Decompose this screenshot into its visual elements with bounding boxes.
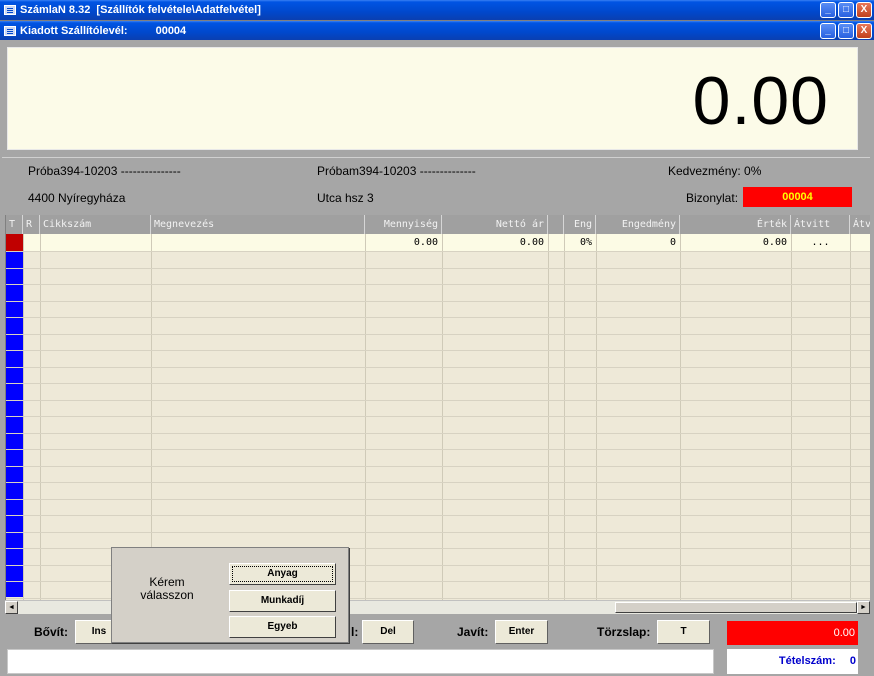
choice-prompt-line2: válasszon bbox=[140, 588, 194, 602]
app-icon bbox=[4, 5, 16, 15]
selected-row-marker bbox=[6, 234, 23, 251]
item-count: Tételszám: 0 bbox=[727, 649, 858, 674]
supplier-name: Próba394-10203 --------------- bbox=[28, 164, 181, 178]
item-count-value: 0 bbox=[849, 655, 856, 667]
row1-transferred[interactable]: ... bbox=[791, 234, 850, 251]
child-maximize-button[interactable]: □ bbox=[838, 23, 854, 39]
col-header-net-price[interactable]: Nettó ár bbox=[442, 215, 548, 234]
edit-label: Javít: bbox=[457, 625, 489, 639]
expand-label: Bővít: bbox=[34, 625, 68, 639]
grid-row-line bbox=[6, 301, 870, 302]
grand-total: 0.00 bbox=[727, 621, 858, 645]
edit-button[interactable]: Enter bbox=[495, 620, 548, 644]
choice-prompt: Kérem válasszon bbox=[122, 576, 212, 602]
master-button[interactable]: T bbox=[657, 620, 710, 644]
customer-name: Próbam394-10203 -------------- bbox=[317, 164, 476, 178]
document-number: 00004 bbox=[743, 187, 852, 207]
col-header-blank[interactable] bbox=[548, 215, 564, 234]
grid-row-line bbox=[6, 400, 870, 401]
grid-row-line bbox=[6, 367, 870, 368]
material-button[interactable]: Anyag bbox=[229, 563, 336, 585]
app-title-bar[interactable]: SzámlaN 8.32 [Szállítók felvétele\Adatfe… bbox=[0, 0, 874, 20]
grid-row-line bbox=[6, 449, 870, 450]
child-title-bar[interactable]: Kiadott Szállítólevél: 00004 _ □ X bbox=[0, 21, 874, 40]
close-button[interactable]: X bbox=[856, 2, 872, 18]
grid-row-line bbox=[6, 499, 870, 500]
other-button[interactable]: Egyeb bbox=[229, 616, 336, 638]
col-header-value[interactable]: Érték bbox=[680, 215, 791, 234]
discount-label: Kedvezmény: bbox=[668, 164, 741, 178]
grid-row-line bbox=[6, 482, 870, 483]
minimize-button[interactable]: _ bbox=[820, 2, 836, 18]
col-header-item-code[interactable]: Cikkszám bbox=[40, 215, 151, 234]
col-header-discount[interactable]: Engedmény bbox=[596, 215, 680, 234]
discount-value: 0% bbox=[744, 164, 762, 178]
grid-row-line bbox=[6, 350, 870, 351]
col-header-transferred2[interactable]: Átv bbox=[850, 215, 870, 234]
scroll-left-icon[interactable]: ◄ bbox=[5, 601, 18, 614]
choice-dialog: Kérem válasszon Anyag Munkadíj Egyeb bbox=[111, 547, 349, 643]
master-label: Törzslap: bbox=[597, 625, 651, 639]
col-header-transferred[interactable]: Átvitt bbox=[791, 215, 850, 234]
col-header-t[interactable]: T bbox=[6, 215, 23, 234]
child-minimize-button[interactable]: _ bbox=[820, 23, 836, 39]
grid-row-line bbox=[6, 515, 870, 516]
child-title-label: Kiadott Szállítólevél: bbox=[20, 24, 128, 37]
row1-discount[interactable]: 0 bbox=[596, 234, 680, 251]
grid-row-line bbox=[6, 532, 870, 533]
divider bbox=[2, 157, 870, 158]
grid-row-line bbox=[6, 466, 870, 467]
total-display: 0.00 bbox=[7, 47, 858, 150]
scroll-right-icon[interactable]: ► bbox=[857, 601, 870, 614]
maximize-button[interactable]: □ bbox=[838, 2, 854, 18]
document-label: Bizonylat: bbox=[686, 191, 739, 205]
grid-row-line bbox=[6, 383, 870, 384]
total-display-value: 0.00 bbox=[692, 63, 829, 139]
row1-quantity[interactable]: 0.00 bbox=[365, 234, 442, 251]
item-grid[interactable]: T R Cikkszám Megnevezés Mennyiség Nettó … bbox=[5, 215, 870, 603]
customer-address: Utca hsz 3 bbox=[317, 191, 374, 205]
app-title: SzámlaN 8.32 [Szállítók felvétele\Adatfe… bbox=[20, 4, 261, 16]
grid-row-line bbox=[6, 251, 870, 252]
col-header-quantity[interactable]: Mennyiség bbox=[365, 215, 442, 234]
grid-row-line bbox=[6, 268, 870, 269]
col-header-r[interactable]: R bbox=[23, 215, 40, 234]
col-header-eng[interactable]: Eng bbox=[564, 215, 596, 234]
scroll-thumb[interactable] bbox=[615, 602, 857, 613]
grid-row-line bbox=[6, 334, 870, 335]
discount-info: Kedvezmény: 0% bbox=[668, 164, 761, 178]
col-header-name[interactable]: Megnevezés bbox=[151, 215, 365, 234]
row1-value[interactable]: 0.00 bbox=[680, 234, 791, 251]
grid-row-line bbox=[6, 416, 870, 417]
grid-row-line bbox=[6, 284, 870, 285]
child-title-number: 00004 bbox=[155, 24, 187, 37]
row1-eng[interactable]: 0% bbox=[564, 234, 596, 251]
labor-button[interactable]: Munkadíj bbox=[229, 590, 336, 612]
delete-label: l: bbox=[351, 625, 359, 639]
status-bar bbox=[7, 649, 714, 674]
grid-row-line bbox=[6, 433, 870, 434]
row1-net-price[interactable]: 0.00 bbox=[442, 234, 548, 251]
delete-button[interactable]: Del bbox=[362, 620, 414, 644]
item-count-label: Tételszám: bbox=[778, 655, 836, 667]
main-panel: 0.00 Próba394-10203 --------------- 4400… bbox=[0, 40, 874, 676]
grid-header: T R Cikkszám Megnevezés Mennyiség Nettó … bbox=[6, 215, 870, 234]
child-window-icon bbox=[4, 25, 16, 36]
supplier-address: 4400 Nyíregyháza bbox=[28, 191, 126, 205]
child-close-button[interactable]: X bbox=[856, 23, 872, 39]
grid-row-line bbox=[6, 317, 870, 318]
